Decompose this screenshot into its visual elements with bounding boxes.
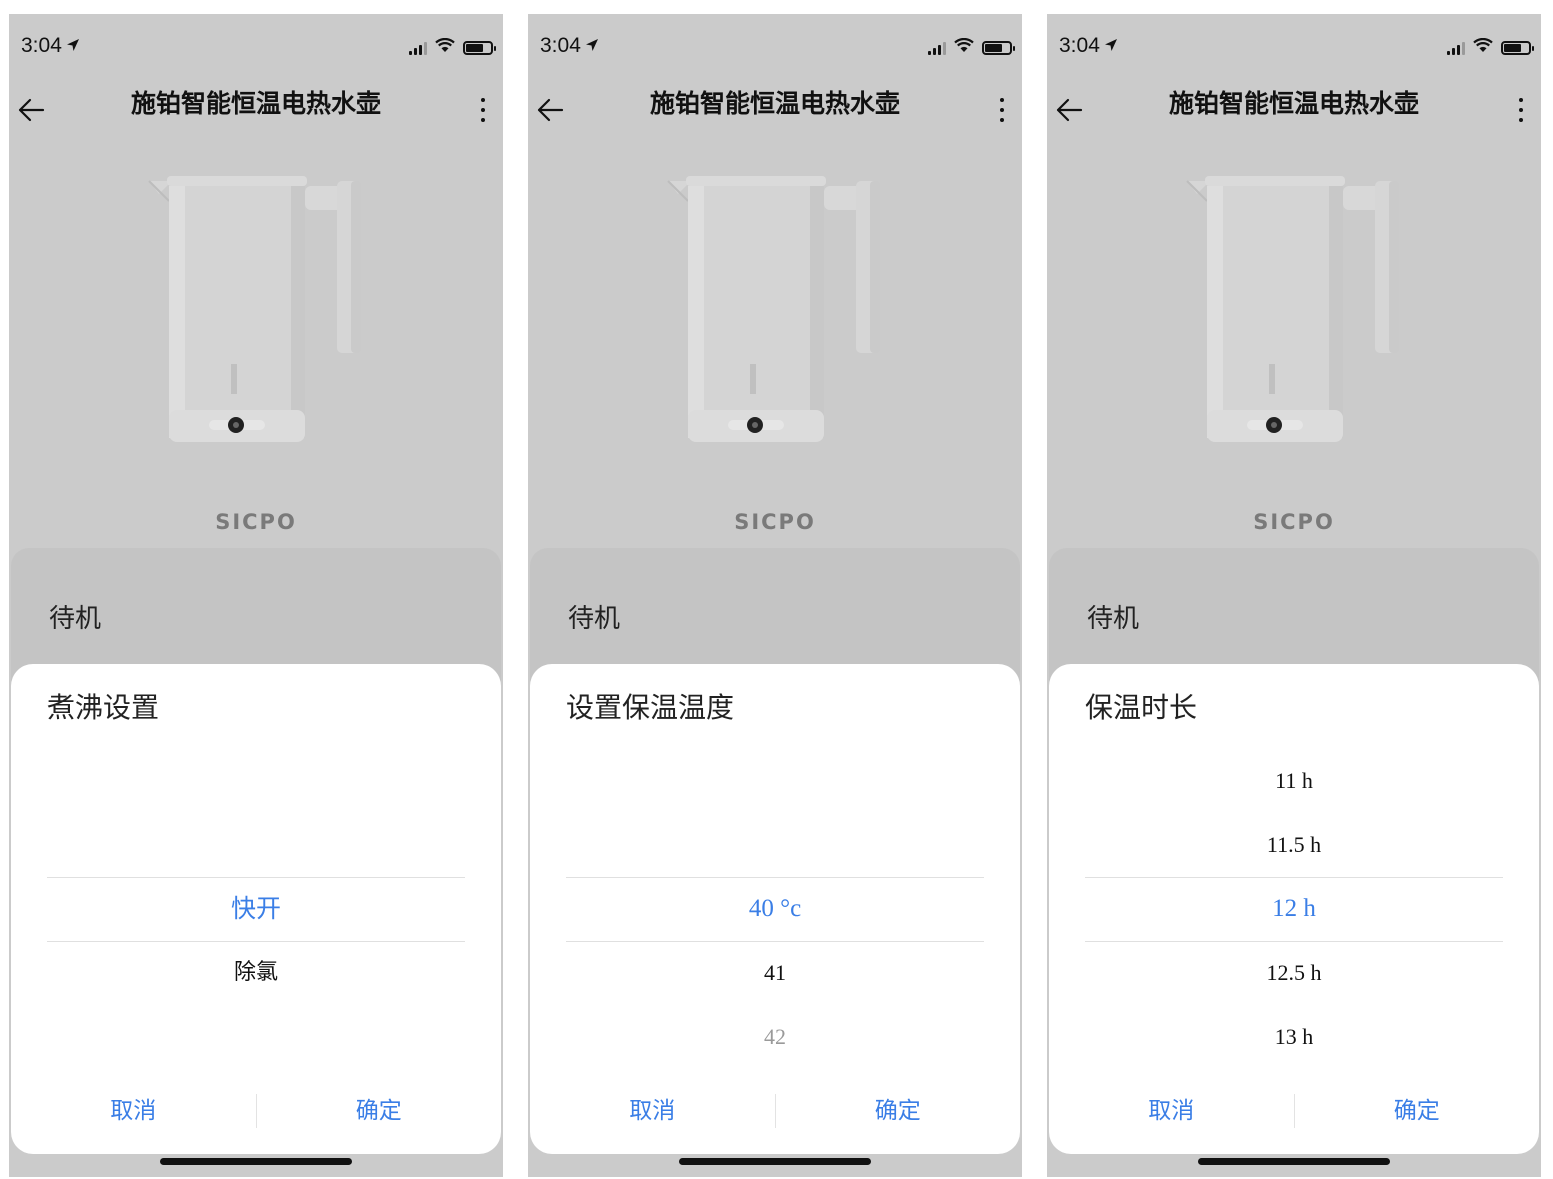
picker-sheet: 保温时长 11 h 11.5 h 12 h 12.5 h 13 h 取消 确定 bbox=[1049, 664, 1539, 1154]
picker-sheet: 煮沸设置 快开 除氯 取消 确定 bbox=[11, 664, 501, 1154]
picker-option[interactable]: 12.5 h bbox=[1085, 941, 1503, 1005]
nav-bar: 施铂智能恒温电热水壶 bbox=[9, 80, 503, 140]
sheet-title: 保温时长 bbox=[1085, 691, 1198, 724]
more-vertical-icon[interactable] bbox=[992, 92, 1012, 128]
cellular-signal-icon bbox=[409, 41, 427, 55]
status-time-text: 3:04 bbox=[21, 34, 62, 57]
cancel-button[interactable]: 取消 bbox=[1049, 1086, 1294, 1136]
phone-screen-3: 3:04 施铂智能恒温电热水壶 SICPO 待机 保温时长 11 h 11.5 … bbox=[1047, 14, 1541, 1177]
cellular-signal-icon bbox=[928, 41, 946, 55]
cancel-button[interactable]: 取消 bbox=[11, 1086, 256, 1136]
status-bar: 3:04 bbox=[528, 14, 1022, 80]
confirm-button[interactable]: 确定 bbox=[776, 1086, 1021, 1136]
location-arrow-icon bbox=[585, 34, 599, 58]
picker-option[interactable]: 11 h bbox=[1085, 749, 1503, 813]
status-time: 3:04 bbox=[540, 34, 599, 58]
page-title: 施铂智能恒温电热水壶 bbox=[1168, 89, 1419, 118]
device-status-label: 待机 bbox=[1087, 604, 1140, 634]
cancel-button[interactable]: 取消 bbox=[530, 1086, 775, 1136]
page-title: 施铂智能恒温电热水壶 bbox=[649, 89, 900, 118]
wheel-picker[interactable]: 11 h 11.5 h 12 h 12.5 h 13 h bbox=[1085, 747, 1503, 1067]
page-title: 施铂智能恒温电热水壶 bbox=[130, 89, 381, 118]
sheet-actions: 取消 确定 bbox=[1049, 1086, 1539, 1136]
home-indicator[interactable] bbox=[160, 1158, 352, 1165]
brand-logo: SICPO bbox=[734, 510, 816, 534]
nav-bar: 施铂智能恒温电热水壶 bbox=[1047, 80, 1541, 140]
phone-screen-2: 3:04 施铂智能恒温电热水壶 SICPO 待机 设置保温温度 40 °c 41… bbox=[528, 14, 1022, 1177]
phone-screen-1: 3:04 施铂智能恒温电热水壶 SICPO 待机 煮沸设置 快开 除氯 取消 确… bbox=[9, 14, 503, 1177]
kettle-image bbox=[528, 154, 1022, 454]
brand-logo: SICPO bbox=[215, 510, 297, 534]
sheet-title: 煮沸设置 bbox=[47, 691, 160, 724]
status-icons bbox=[928, 37, 1015, 57]
picker-option[interactable]: 42 bbox=[566, 1005, 984, 1069]
device-status-label: 待机 bbox=[568, 604, 621, 634]
picker-option[interactable]: 13 h bbox=[1085, 1005, 1503, 1069]
status-time-text: 3:04 bbox=[540, 34, 581, 57]
sheet-actions: 取消 确定 bbox=[11, 1086, 501, 1136]
status-bar: 3:04 bbox=[9, 14, 503, 80]
status-icons bbox=[409, 37, 496, 57]
kettle-image bbox=[1047, 154, 1541, 454]
battery-icon bbox=[982, 40, 1015, 55]
status-time-text: 3:04 bbox=[1059, 34, 1100, 57]
picker-option[interactable]: 除氯 bbox=[47, 941, 465, 1005]
picker-option[interactable]: 快开 bbox=[47, 877, 465, 941]
brand-logo: SICPO bbox=[1253, 510, 1335, 534]
nav-bar: 施铂智能恒温电热水壶 bbox=[528, 80, 1022, 140]
battery-icon bbox=[1501, 40, 1534, 55]
status-icons bbox=[1447, 37, 1534, 57]
home-indicator[interactable] bbox=[679, 1158, 871, 1165]
sheet-title: 设置保温温度 bbox=[566, 691, 735, 724]
more-vertical-icon[interactable] bbox=[1511, 92, 1531, 128]
status-time: 3:04 bbox=[1059, 34, 1118, 58]
wheel-picker[interactable]: 40 °c 41 42 bbox=[566, 747, 984, 1067]
picker-option[interactable]: 41 bbox=[566, 941, 984, 1005]
picker-sheet: 设置保温温度 40 °c 41 42 取消 确定 bbox=[530, 664, 1020, 1154]
cellular-signal-icon bbox=[1447, 41, 1465, 55]
more-vertical-icon[interactable] bbox=[473, 92, 493, 128]
confirm-button[interactable]: 确定 bbox=[257, 1086, 502, 1136]
location-arrow-icon bbox=[1104, 34, 1118, 58]
picker-option[interactable]: 40 °c bbox=[566, 877, 984, 941]
picker-option[interactable]: 12 h bbox=[1085, 877, 1503, 941]
kettle-image bbox=[9, 154, 503, 454]
confirm-button[interactable]: 确定 bbox=[1295, 1086, 1540, 1136]
device-status-label: 待机 bbox=[49, 604, 102, 634]
picker-option[interactable]: 11.5 h bbox=[1085, 813, 1503, 877]
sheet-actions: 取消 确定 bbox=[530, 1086, 1020, 1136]
location-arrow-icon bbox=[66, 34, 80, 58]
wifi-icon bbox=[1473, 37, 1493, 57]
home-indicator[interactable] bbox=[1198, 1158, 1390, 1165]
status-bar: 3:04 bbox=[1047, 14, 1541, 80]
wifi-icon bbox=[435, 37, 455, 57]
wifi-icon bbox=[954, 37, 974, 57]
status-time: 3:04 bbox=[21, 34, 80, 58]
battery-icon bbox=[463, 40, 496, 55]
wheel-picker[interactable]: 快开 除氯 bbox=[47, 747, 465, 1067]
